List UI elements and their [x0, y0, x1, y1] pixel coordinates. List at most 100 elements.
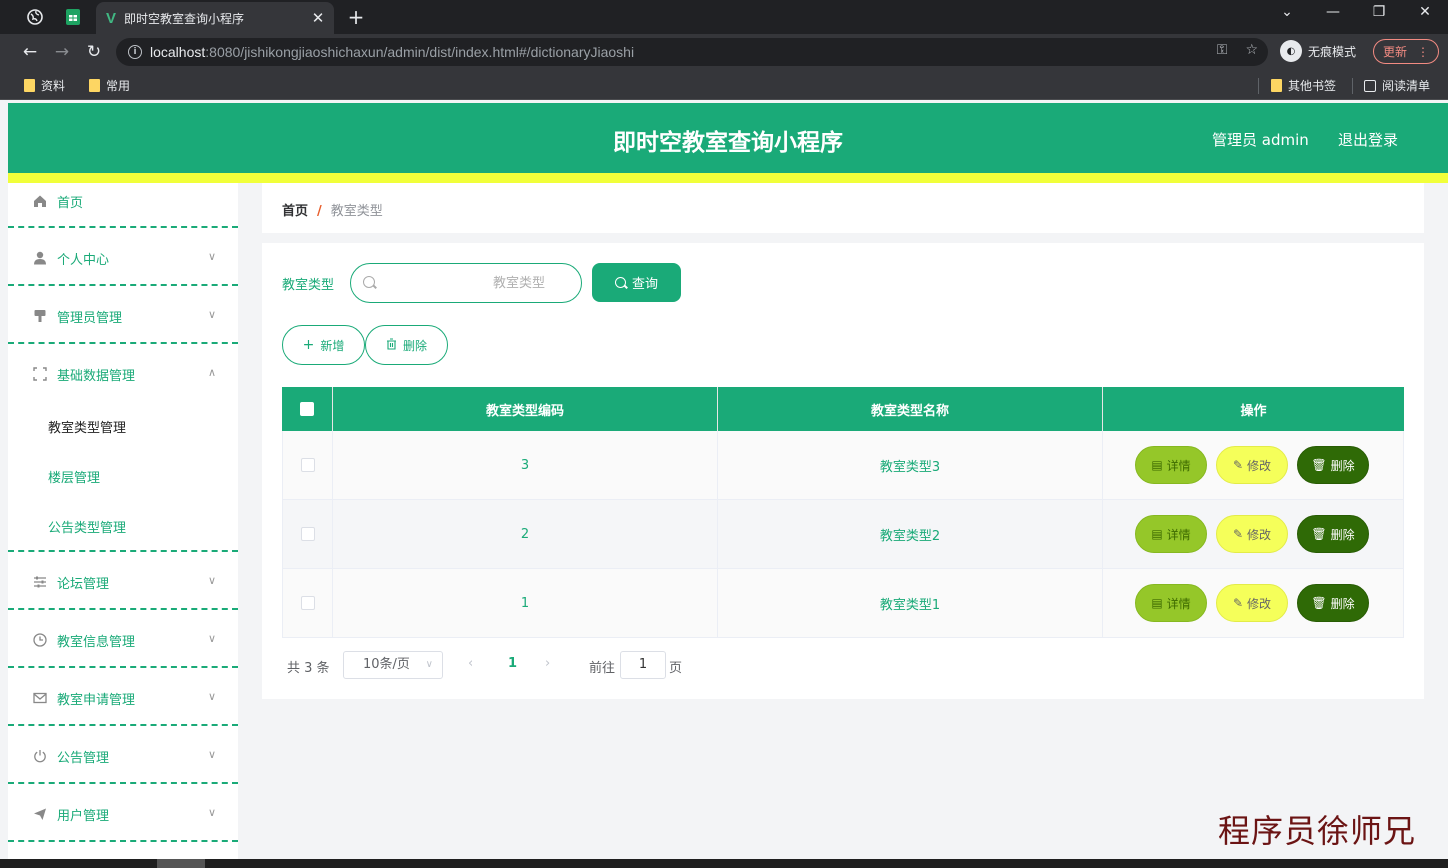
delete-button[interactable]: 🗑 删除 — [1297, 515, 1369, 553]
row-checkbox[interactable] — [300, 596, 315, 610]
detail-button[interactable]: ▤ 详情 — [1135, 584, 1207, 622]
breadcrumb-separator: / — [317, 204, 322, 219]
sidebar-item-notice[interactable]: 公告管理 ∨ — [8, 736, 238, 776]
document-icon: ▤ — [1151, 458, 1163, 472]
search-label: 教室类型 — [282, 278, 335, 293]
cell-code: 2 — [333, 500, 718, 568]
detail-label: 详情 — [1166, 596, 1191, 611]
chevron-down-icon: ∨ — [207, 632, 216, 645]
delete-button[interactable]: 🗑 删除 — [1297, 446, 1369, 484]
more-menu-icon[interactable]: ⋮ — [1417, 45, 1429, 59]
select-all-checkbox[interactable] — [300, 402, 314, 416]
info-icon[interactable]: i — [128, 45, 142, 59]
edit-button[interactable]: ✎ 修改 — [1216, 515, 1288, 553]
sidebar-item-classroom-application[interactable]: 教室申请管理 ∨ — [8, 678, 238, 718]
add-button-label: 新增 — [320, 338, 345, 353]
add-button[interactable]: + 新增 — [282, 325, 365, 365]
mail-icon — [32, 690, 48, 706]
prev-page-icon[interactable]: ‹ — [468, 656, 473, 671]
forward-icon[interactable]: → — [51, 41, 73, 63]
bookmark-folder-ziliao[interactable]: 资料 — [24, 77, 65, 94]
close-window-icon[interactable]: ✕ — [1410, 4, 1440, 20]
row-select-cell — [283, 500, 333, 568]
bookmark-label: 常用 — [106, 79, 131, 93]
update-button[interactable]: 更新 ⋮ — [1373, 39, 1439, 64]
page-size-select[interactable]: 10条/页 ∨ — [343, 651, 443, 679]
active-tab[interactable]: V 即时空教室查询小程序 ✕ — [96, 2, 334, 34]
table-row: 3 教室类型3 ▤ 详情 ✎ 修改 🗑 删除 — [282, 431, 1404, 500]
cell-name: 教室类型1 — [718, 569, 1103, 637]
document-icon: ▤ — [1151, 527, 1163, 541]
reading-list[interactable]: 阅读清单 — [1364, 77, 1430, 94]
address-bar: ← → ↻ i localhost:8080/jishikongjiaoshic… — [0, 34, 1448, 70]
sidebar-item-user-management[interactable]: 用户管理 ∨ — [8, 794, 238, 834]
restore-icon[interactable]: ❐ — [1364, 4, 1394, 20]
edit-button[interactable]: ✎ 修改 — [1216, 584, 1288, 622]
page-number-current[interactable]: 1 — [508, 656, 517, 671]
sidebar-item-home[interactable]: 首页 — [8, 181, 238, 221]
search-icon — [363, 276, 375, 288]
goto-page-input[interactable]: 1 — [620, 651, 666, 679]
batch-delete-button[interactable]: 删除 — [365, 325, 448, 365]
folder-icon — [24, 79, 35, 92]
sidebar-item-forum[interactable]: 论坛管理 ∨ — [8, 562, 238, 602]
sidebar-item-label: 个人中心 — [57, 252, 110, 268]
sidebar-item-classroom-info[interactable]: 教室信息管理 ∨ — [8, 620, 238, 660]
next-page-icon[interactable]: › — [545, 656, 550, 671]
chevron-down-icon: ∨ — [207, 574, 216, 587]
minimize-icon[interactable]: — — [1318, 4, 1348, 20]
bookmark-label: 资料 — [41, 79, 66, 93]
tab-close-icon[interactable]: ✕ — [308, 9, 328, 27]
detail-label: 详情 — [1166, 527, 1191, 542]
new-tab-icon[interactable]: + — [344, 5, 368, 29]
submenu-item-notice-type[interactable]: 公告类型管理 — [48, 511, 126, 541]
back-icon[interactable]: ← — [19, 41, 41, 63]
header-select-all[interactable] — [282, 387, 333, 431]
sidebar-item-label: 用户管理 — [57, 808, 110, 824]
bookmark-star-icon[interactable]: ☆ — [1245, 42, 1258, 58]
edit-button[interactable]: ✎ 修改 — [1216, 446, 1288, 484]
sidebar-item-label: 首页 — [57, 195, 84, 211]
menu-divider — [8, 226, 238, 228]
breadcrumb-home[interactable]: 首页 — [282, 204, 308, 219]
taskbar-item[interactable] — [157, 859, 205, 868]
submenu-item-classroom-type[interactable]: 教室类型管理 — [48, 411, 126, 441]
sidebar-item-label: 管理员管理 — [57, 310, 123, 326]
sheets-icon[interactable] — [62, 6, 84, 28]
sidebar-item-admin-management[interactable]: 管理员管理 ∨ — [8, 296, 238, 336]
detail-button[interactable]: ▤ 详情 — [1135, 515, 1207, 553]
cell-name: 教室类型2 — [718, 500, 1103, 568]
main-content: 教室类型 查询 + 新增 删除 教室类型编码 教室类型名称 操作 3 教室类型3 — [262, 243, 1424, 699]
trash-icon: 🗑 — [1311, 458, 1327, 472]
sidebar-item-basic-data[interactable]: 基础数据管理 ∧ — [8, 354, 238, 394]
detail-button[interactable]: ▤ 详情 — [1135, 446, 1207, 484]
search-input[interactable] — [379, 272, 575, 294]
globe-icon[interactable] — [24, 6, 46, 28]
cell-name: 教室类型3 — [718, 431, 1103, 499]
sidebar-item-personal-center[interactable]: 个人中心 ∨ — [8, 238, 238, 278]
sidebar-item-label: 公告管理 — [57, 750, 110, 766]
logout-link[interactable]: 退出登录 — [1338, 129, 1398, 150]
table-row: 2 教室类型2 ▤ 详情 ✎ 修改 🗑 删除 — [282, 500, 1404, 569]
tab-search-chevron-icon[interactable]: ⌄ — [1272, 4, 1302, 20]
delete-button[interactable]: 🗑 删除 — [1297, 584, 1369, 622]
search-field[interactable] — [350, 263, 582, 303]
query-button[interactable]: 查询 — [592, 263, 681, 302]
os-taskbar — [0, 859, 1448, 868]
update-label: 更新 — [1382, 45, 1407, 59]
sidebar-item-label: 论坛管理 — [57, 576, 110, 592]
column-header-actions: 操作 — [1240, 403, 1267, 419]
trash-icon: 🗑 — [1311, 596, 1327, 610]
reload-icon[interactable]: ↻ — [83, 41, 105, 63]
app-header: 即时空教室查询小程序 管理员 admin 退出登录 — [8, 103, 1448, 173]
row-checkbox[interactable] — [300, 458, 315, 472]
power-icon — [32, 748, 48, 764]
submenu-item-floor[interactable]: 楼层管理 — [48, 461, 100, 491]
key-icon[interactable]: ⚿ — [1217, 42, 1228, 58]
url-field[interactable]: i localhost:8080/jishikongjiaoshichaxun/… — [116, 38, 1268, 66]
row-checkbox[interactable] — [300, 527, 315, 541]
incognito-indicator[interactable]: ◐ 无痕模式 — [1280, 40, 1356, 62]
other-bookmarks[interactable]: 其他书签 — [1271, 77, 1336, 94]
bookmark-folder-changyong[interactable]: 常用 — [89, 77, 130, 94]
menu-divider — [8, 342, 238, 344]
